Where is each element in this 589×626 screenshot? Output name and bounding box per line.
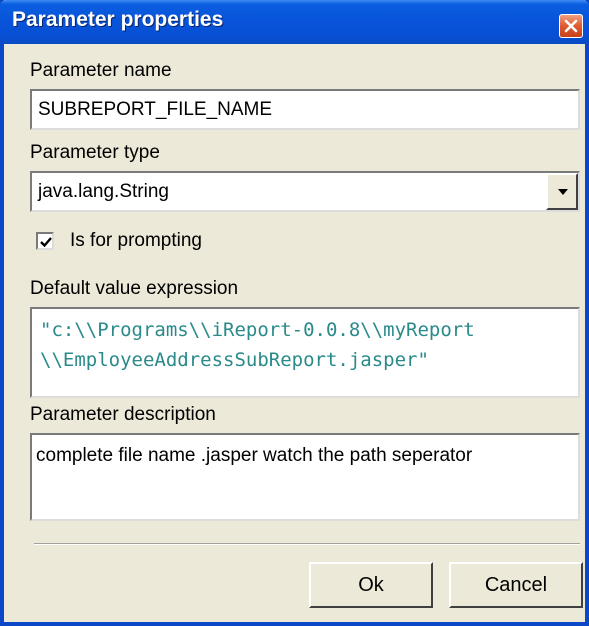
close-button[interactable]: [559, 14, 583, 38]
parameter-type-label: Parameter type: [30, 142, 160, 163]
checkmark-icon: [40, 237, 52, 248]
default-value-line-2: \\EmployeeAddressSubReport.jasper": [40, 349, 429, 371]
parameter-description-label: Parameter description: [30, 404, 216, 425]
chevron-down-icon: [558, 189, 568, 195]
prompting-checkbox[interactable]: [36, 232, 54, 250]
parameter-name-input[interactable]: SUBREPORT_FILE_NAME: [30, 89, 580, 130]
parameter-name-label: Parameter name: [30, 60, 172, 81]
default-value-label: Default value expression: [30, 278, 239, 299]
title-bar[interactable]: Parameter properties: [0, 0, 589, 44]
prompting-label: Is for prompting: [70, 230, 202, 251]
ok-button[interactable]: Ok: [309, 562, 433, 608]
parameter-description-textarea[interactable]: complete file name .jasper watch the pat…: [30, 433, 580, 521]
parameter-type-dropdown-button[interactable]: [546, 173, 578, 210]
default-value-line-1: "c:\\Programs\\iReport-0.0.8\\myReport: [40, 319, 475, 341]
parameter-type-value: java.lang.String: [38, 181, 169, 202]
separator: [34, 543, 580, 545]
dialog-title: Parameter properties: [12, 8, 224, 31]
default-value-editor[interactable]: "c:\\Programs\\iReport-0.0.8\\myReport \…: [30, 307, 580, 398]
cancel-button[interactable]: Cancel: [449, 562, 583, 608]
parameter-type-select[interactable]: java.lang.String: [30, 171, 580, 212]
parameter-name-value: SUBREPORT_FILE_NAME: [38, 99, 273, 120]
parameter-description-value: complete file name .jasper watch the pat…: [36, 445, 473, 466]
close-icon: [564, 19, 578, 33]
parameter-properties-dialog: Parameter properties Parameter name SUBR…: [0, 0, 589, 626]
